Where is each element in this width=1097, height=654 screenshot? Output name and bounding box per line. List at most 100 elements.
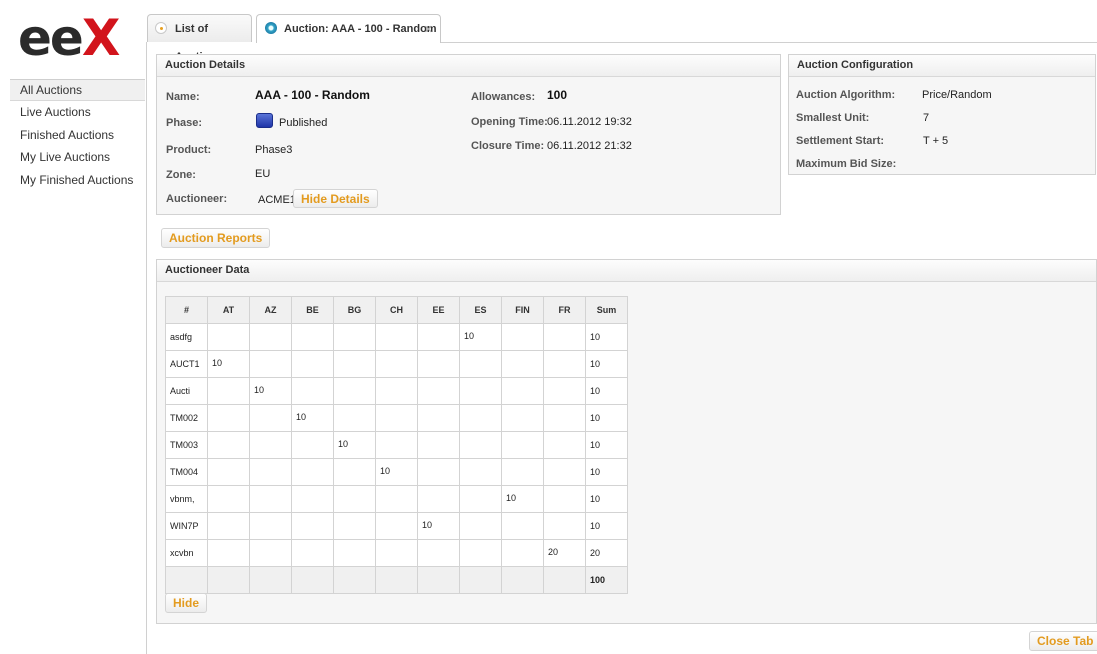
row-sum-cell: 10 [585,404,628,432]
table-cell [291,350,334,378]
auctioneer-label: Auctioneer: [166,193,228,205]
zone-label: Zone: [166,169,196,181]
row-bidder-cell: asdfg [165,323,208,351]
table-cell [417,323,460,351]
table-cell [207,431,250,459]
table-cell [333,323,376,351]
table-cell [417,431,460,459]
table-cell [291,485,334,513]
table-cell [543,485,586,513]
name-label: Name: [166,91,200,103]
row-bidder-cell: vbnm, [165,485,208,513]
table-cell [375,539,418,567]
table-cell [501,566,544,594]
table-cell [375,566,418,594]
column-header: FIN [501,296,544,324]
table-cell [333,458,376,486]
column-header: Sum [585,296,628,324]
column-header: BG [333,296,376,324]
table-cell: 10 [375,458,418,486]
table-cell: 10 [291,404,334,432]
table-cell [543,350,586,378]
table-cell [291,458,334,486]
tab-list-of-auctions[interactable]: List of Auctions [147,14,252,63]
eex-logo: eeX [18,9,120,67]
sidebar-divider [146,42,147,654]
settlement-start-label: Settlement Start: [796,135,885,147]
table-row: Aucti 10 10 [165,377,628,405]
auction-reports-button[interactable]: Auction Reports [161,228,271,248]
allowances-value: 100 [547,88,568,102]
table-cell [459,485,502,513]
table-cell: 10 [207,350,250,378]
phase-status-icon [256,113,273,128]
tab-auction-detail[interactable]: Auction: AAA - 100 - Random ✕ [256,14,441,43]
row-sum-cell: 10 [585,377,628,405]
table-cell [333,404,376,432]
hide-details-button[interactable]: Hide Details [293,189,378,208]
table-cell [207,485,250,513]
allowances-label: Allowances: [471,91,536,103]
table-cell [207,377,250,405]
table-cell [375,431,418,459]
sidebar-item-finished-auctions[interactable]: Finished Auctions [10,124,145,147]
table-cell [333,566,376,594]
settlement-start-value: T + 5 [923,135,949,147]
table-row: vbnm, 10 10 [165,485,628,513]
algorithm-value: Price/Random [922,89,992,101]
row-bidder-cell: Aucti [165,377,208,405]
table-cell [291,377,334,405]
phase-value: Published [279,117,328,129]
hide-button[interactable]: Hide [165,593,208,613]
zone-value: EU [255,168,271,180]
column-header: BE [291,296,334,324]
table-cell [543,404,586,432]
table-cell [207,458,250,486]
table-cell [249,458,292,486]
table-cell [207,512,250,540]
table-cell [207,323,250,351]
table-cell: 20 [543,539,586,567]
close-tab-button[interactable]: Close Tab [1029,631,1097,651]
table-cell [459,512,502,540]
table-row: WIN7P 10 10 [165,512,628,540]
table-cell [375,323,418,351]
table-cell [291,431,334,459]
table-cell [417,458,460,486]
table-cell [207,566,250,594]
table-cell [543,566,586,594]
list-icon [155,22,167,34]
table-row: asdfg 10 10 [165,323,628,351]
sidebar-item-live-auctions[interactable]: Live Auctions [10,101,145,124]
sidebar-item-my-finished-auctions[interactable]: My Finished Auctions [10,169,145,192]
table-cell [459,404,502,432]
panel-title: Auction Details [157,55,780,77]
table-cell [417,539,460,567]
table-row: TM002 10 10 [165,404,628,432]
smallest-unit-value: 7 [923,112,930,124]
table-cell [501,539,544,567]
table-cell [459,566,502,594]
table-cell [333,512,376,540]
table-cell [501,431,544,459]
sidebar-nav: All Auctions Live Auctions Finished Auct… [10,79,145,191]
column-header: ES [459,296,502,324]
panel-title: Auction Configuration [789,55,1095,77]
table-cell [249,350,292,378]
column-header: EE [417,296,460,324]
column-header: CH [375,296,418,324]
auctioneer-data-table: # AT AZ BE BG CH EE ES FIN FR Sum asdfg 1… [165,296,628,594]
table-cell [543,323,586,351]
table-cell [417,485,460,513]
row-bidder-cell: TM003 [165,431,208,459]
auction-name: AAA - 100 - Random [255,88,370,102]
sidebar-item-all-auctions[interactable]: All Auctions [10,79,145,101]
table-row: TM004 10 10 [165,458,628,486]
sidebar-item-my-live-auctions[interactable]: My Live Auctions [10,146,145,169]
table-cell [543,512,586,540]
table-cell [417,350,460,378]
opening-time-label: Opening Time: [471,116,548,128]
close-icon[interactable]: ✕ [424,16,433,44]
table-cell: 10 [249,377,292,405]
table-header-row: # AT AZ BE BG CH EE ES FIN FR Sum [165,296,628,324]
